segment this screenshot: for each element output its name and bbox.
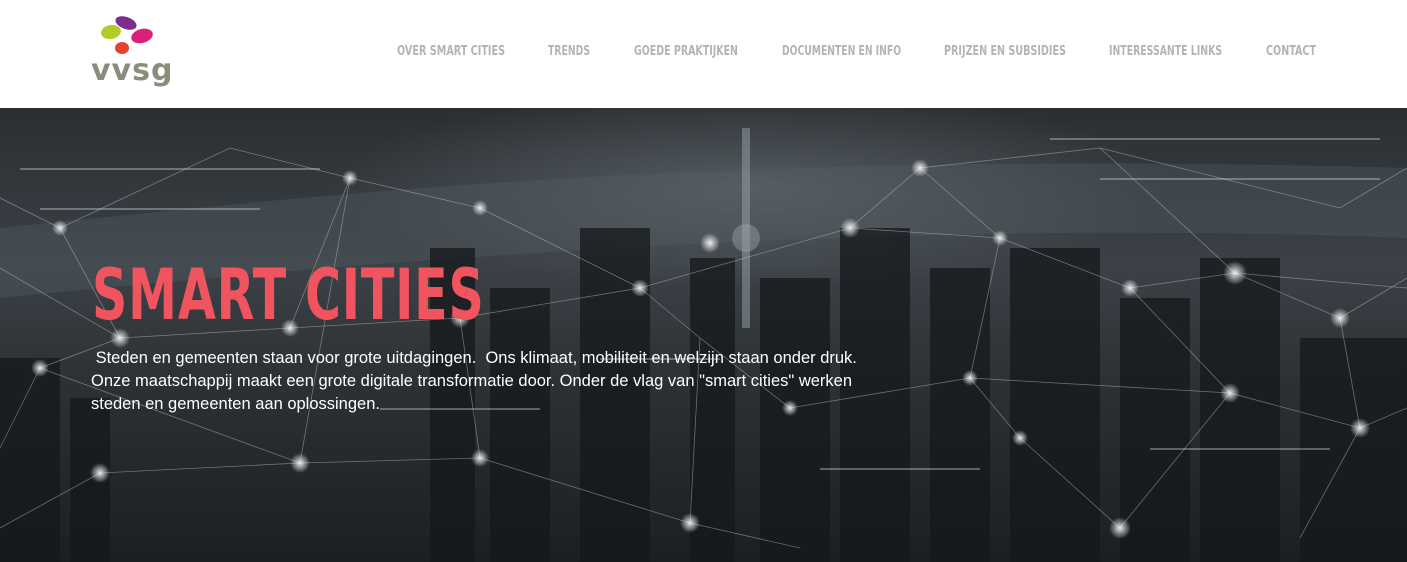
logo-text: vvsg [91, 53, 174, 88]
hero-description: Steden en gemeenten staan voor grote uit… [91, 349, 857, 413]
nav-item-goede-praktijken[interactable]: GOEDE PRAKTIJKEN [634, 44, 738, 59]
nav-item-over-smart-cities[interactable]: OVER SMART CITIES [397, 44, 505, 59]
nav-item-prijzen-en-subsidies[interactable]: PRIJZEN EN SUBSIDIES [944, 44, 1066, 59]
hero-title: SMART CITIES [92, 254, 485, 336]
site-header: vvsg OVER SMART CITIES TRENDS GOEDE PRAK… [0, 0, 1407, 108]
nav-item-trends[interactable]: TRENDS [548, 44, 590, 59]
nav-item-documenten-en-info[interactable]: DOCUMENTEN EN INFO [782, 44, 901, 59]
hero-banner: SMART CITIES Steden en gemeenten staan v… [0, 108, 1407, 562]
nav-item-contact[interactable]: CONTACT [1266, 44, 1316, 59]
nav-item-interessante-links[interactable]: INTERESSANTE LINKS [1109, 44, 1222, 59]
vvsg-logo[interactable]: vvsg [88, 14, 174, 94]
